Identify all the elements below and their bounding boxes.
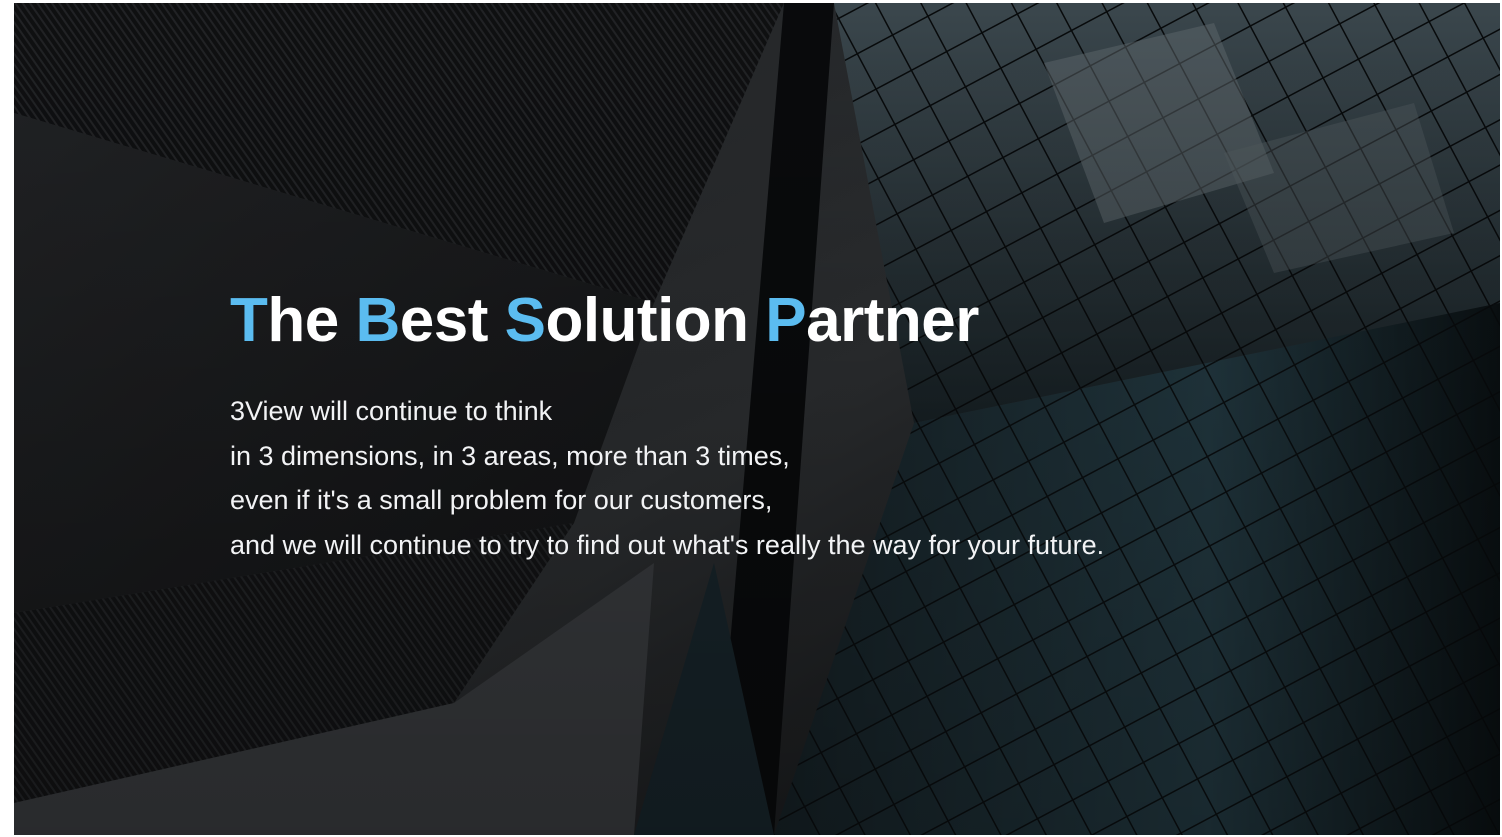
hero-slide: The Best Solution Partner 3View will con… [14,3,1500,835]
description-line-2: in 3 dimensions, in 3 areas, more than 3… [230,440,790,471]
headline-initial-p: P [765,286,807,355]
headline-rest-b: est [399,286,505,355]
hero-text-block: The Best Solution Partner 3View will con… [230,281,1410,567]
hero-description: 3View will continue to think in 3 dimens… [230,389,1410,567]
headline-initial-t: T [230,286,268,355]
headline-rest-p: artner [806,286,979,355]
hero-headline: The Best Solution Partner [230,281,1410,361]
description-line-4: and we will continue to try to find out … [230,529,1105,560]
headline-initial-b: B [355,286,400,355]
description-line-3: even if it's a small problem for our cus… [230,485,773,515]
headline-initial-s: S [504,286,546,355]
description-line-1: 3View will continue to think [230,396,553,426]
headline-rest-t: he [267,286,356,355]
headline-rest-s: olution [545,286,766,355]
